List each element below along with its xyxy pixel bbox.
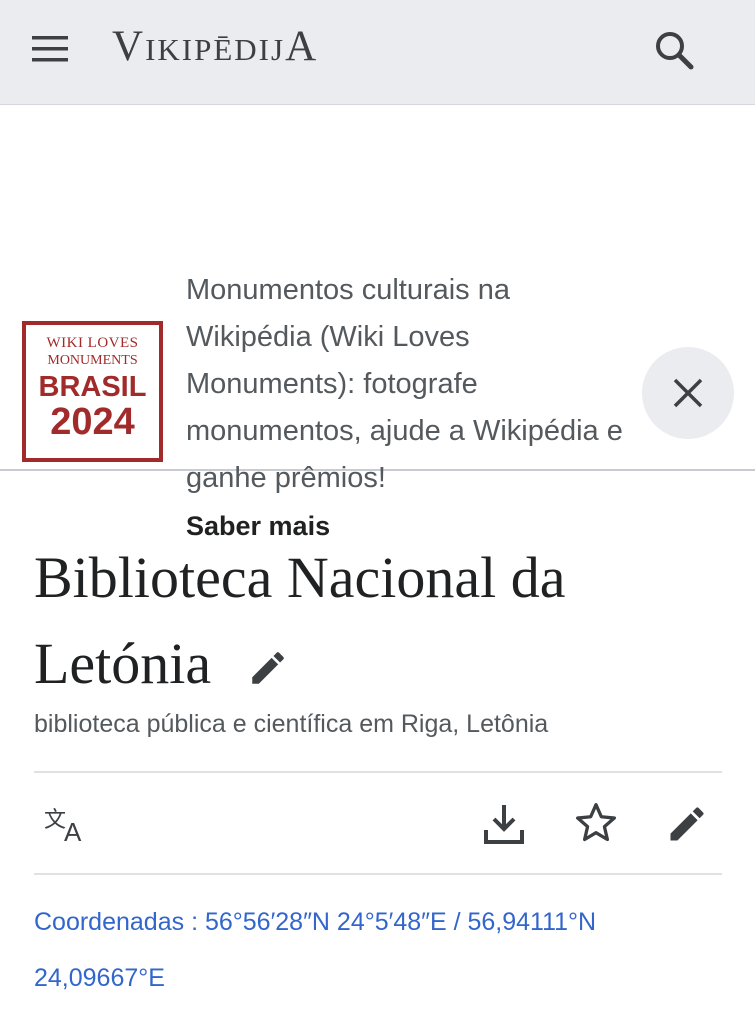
brand-first-letter: V: [112, 23, 146, 70]
wiki-loves-monuments-logo: WIKI LOVES MONUMENTS BRASIL 2024: [22, 321, 163, 462]
brand-middle: IKIPĒDIJ: [145, 32, 286, 67]
page-title-text: Biblioteca Nacional da Letónia: [34, 545, 566, 696]
language-button[interactable]: 文 A: [44, 803, 90, 850]
watch-button[interactable]: [574, 801, 618, 850]
edit-title-pencil-icon[interactable]: [247, 627, 289, 713]
divider-top: [34, 771, 722, 773]
campaign-banner: WIKI LOVES MONUMENTS BRASIL 2024 Monumen…: [0, 105, 755, 541]
logo-line-2: MONUMENTS: [47, 353, 138, 368]
coordinates-separator: :: [184, 908, 205, 936]
svg-text:文: 文: [44, 808, 66, 833]
download-icon: [484, 805, 524, 844]
brand-last-letter: A: [285, 23, 319, 70]
pencil-icon: [670, 807, 704, 841]
coordinates-slash: /: [446, 908, 468, 936]
wikipedia-logo[interactable]: VIKIPĒDIJA: [112, 22, 318, 71]
svg-text:A: A: [64, 817, 82, 845]
page-title: Biblioteca Nacional da Letónia: [34, 535, 734, 713]
language-icon: 文 A: [44, 808, 82, 847]
search-icon[interactable]: [650, 26, 700, 76]
download-button[interactable]: [482, 802, 526, 851]
star-icon: [576, 803, 616, 842]
logo-line-4: 2024: [50, 401, 135, 443]
coordinates-label-link[interactable]: Coordenadas: [34, 908, 184, 936]
coordinates: Coordenadas : 56°56′28″N 24°5′48″E / 56,…: [34, 894, 724, 1006]
banner-message: Monumentos culturais na Wikipédia (Wiki …: [186, 274, 623, 494]
top-header: VIKIPĒDIJA: [0, 0, 755, 105]
coordinates-dms-link[interactable]: 56°56′28″N 24°5′48″E: [205, 908, 447, 936]
page-description: biblioteca pública e científica em Riga,…: [34, 710, 549, 738]
close-banner-button[interactable]: [642, 347, 734, 439]
edit-button[interactable]: [665, 802, 709, 851]
hamburger-menu-icon[interactable]: [30, 30, 80, 70]
divider-bottom: [34, 873, 722, 875]
logo-line-3: BRASIL: [38, 371, 147, 403]
close-icon: [673, 378, 703, 408]
logo-line-1: WIKI LOVES: [46, 335, 139, 351]
